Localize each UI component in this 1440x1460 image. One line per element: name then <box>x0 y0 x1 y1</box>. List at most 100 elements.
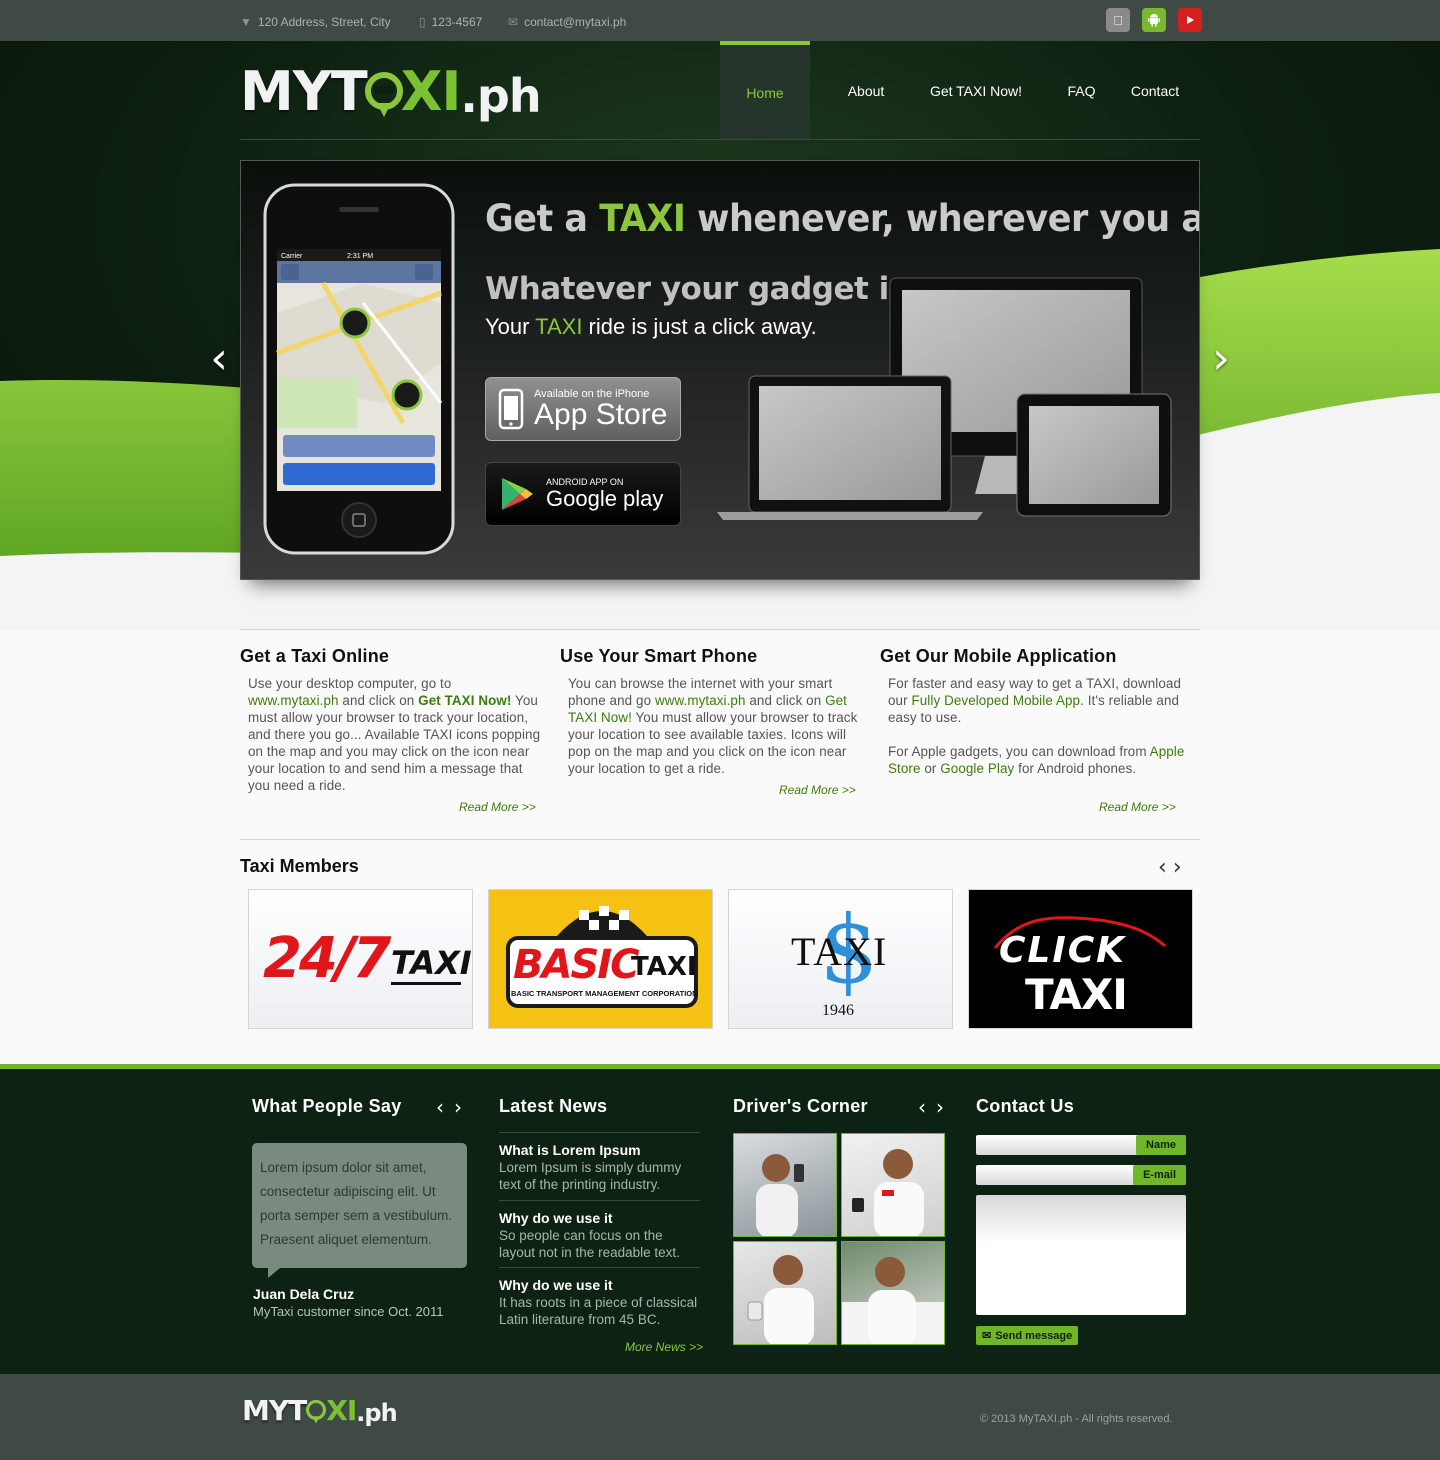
mytaxi-link[interactable]: www.mytaxi.ph <box>248 693 339 708</box>
email-text: contact@mytaxi.ph <box>524 15 627 29</box>
member-logo-dollar-taxi[interactable]: $ TAXI 1946 <box>728 889 953 1029</box>
feature-text-part: and click on <box>745 693 826 708</box>
logo-underline <box>391 982 461 985</box>
driver-photo[interactable] <box>733 1241 837 1345</box>
read-more-link-2[interactable]: Read More >> <box>779 783 856 797</box>
news-title: Why do we use it <box>499 1210 613 1226</box>
logo-text-ph: .ph <box>460 69 541 123</box>
members-next-arrow[interactable]: › <box>1173 855 1182 880</box>
taxi-members-title: Taxi Members <box>240 856 359 876</box>
feature-text: For faster and easy way to get a TAXI, d… <box>880 675 1185 777</box>
feature-mobile-app: Get Our Mobile Application For faster an… <box>880 646 1185 777</box>
contact-us-title: Contact Us <box>976 1096 1075 1116</box>
drivers-prev-arrow[interactable]: ‹ <box>918 1095 926 1119</box>
devices-image <box>717 277 1172 520</box>
location-pin-icon: ▼ <box>240 15 252 29</box>
more-news-link[interactable]: More News >> <box>625 1340 703 1354</box>
nav-home[interactable]: Home <box>720 41 810 140</box>
tagline-part1: Your <box>485 314 536 339</box>
nav-about-label: About <box>847 82 885 99</box>
testimonial-controls: ‹ › <box>436 1095 462 1119</box>
members-carousel-controls: ‹ › <box>1158 855 1182 880</box>
driver-photo[interactable] <box>841 1241 945 1345</box>
slider-prev-arrow[interactable]: ‹ <box>204 333 234 384</box>
email-field[interactable]: E-mail <box>976 1165 1186 1185</box>
mobile-phone-icon: ▯ <box>419 15 426 29</box>
nav-contact-label: Contact <box>1130 82 1180 99</box>
youtube-icon[interactable] <box>1178 8 1202 32</box>
phone-time-text: 2:31 PM <box>347 253 373 260</box>
nav-faq[interactable]: FAQ <box>1054 41 1109 140</box>
logo-text-my: MYT <box>240 60 368 123</box>
footer-logo[interactable]: MYT XI .ph <box>242 1394 398 1427</box>
email-info: ✉ contact@mytaxi.ph <box>508 15 626 29</box>
headline-part2: whenever, wherever you are <box>685 197 1200 241</box>
android-icon[interactable] <box>1142 8 1166 32</box>
iphone-icon <box>498 388 524 430</box>
news-item[interactable]: Why do we use it So people can focus on … <box>499 1200 700 1261</box>
feature-text-part: for Android phones. <box>1014 761 1137 776</box>
testimonial-quote: Lorem ipsum dolor sit amet, consectetur … <box>252 1143 467 1278</box>
message-textarea[interactable] <box>976 1195 1186 1315</box>
nav-get-taxi-now[interactable]: Get TAXI Now! <box>918 41 1034 140</box>
feature-text: Use your desktop computer, go to www.myta… <box>240 675 545 794</box>
feature-text-part: For Apple gadgets, you can download from <box>888 744 1150 759</box>
members-top-divider <box>240 839 1200 840</box>
name-field[interactable]: Name <box>976 1135 1186 1155</box>
logo-text-xi: XI <box>400 60 462 123</box>
mobile-app-link[interactable]: Fully Developed Mobile App <box>911 693 1080 708</box>
nav-contact[interactable]: Contact <box>1120 41 1190 140</box>
get-taxi-now-link[interactable]: Get TAXI Now! <box>418 693 511 708</box>
driver-photo[interactable] <box>841 1133 945 1237</box>
footer-widgets <box>0 1064 1440 1374</box>
news-text: So people can focus on the layout not in… <box>499 1228 680 1260</box>
member-logo-text: TAXI <box>1025 970 1128 1019</box>
news-item[interactable]: What is Lorem Ipsum Lorem Ipsum is simpl… <box>499 1132 700 1193</box>
email-field-label: E-mail <box>1132 1165 1186 1185</box>
nav-about[interactable]: About <box>822 41 910 140</box>
headline-part1: Get a <box>485 197 600 241</box>
mytaxi-link[interactable]: www.mytaxi.ph <box>655 693 746 708</box>
read-more-link-3[interactable]: Read More >> <box>1099 800 1176 814</box>
testimonial-prev-arrow[interactable]: ‹ <box>436 1095 444 1119</box>
testimonial-next-arrow[interactable]: › <box>454 1095 462 1119</box>
drivers-next-arrow[interactable]: › <box>936 1095 944 1119</box>
drivers-controls: ‹ › <box>918 1095 944 1119</box>
news-text: It has roots in a piece of classical Lat… <box>499 1295 698 1327</box>
feature-text-part: and click on <box>338 693 419 708</box>
nav-get-taxi-label: Get TAXI Now! <box>929 82 1023 99</box>
slider-next-arrow[interactable]: › <box>1206 333 1236 384</box>
member-logo-click-taxi[interactable]: CLICK TAXI <box>968 889 1193 1029</box>
news-text: Lorem Ipsum is simply dummy text of the … <box>499 1160 682 1192</box>
feature-taxi-online: Get a Taxi Online Use your desktop compu… <box>240 646 545 794</box>
what-people-say-title: What People Say <box>252 1096 402 1116</box>
footer-logo-text-xi: XI <box>326 1394 357 1427</box>
member-logo-year: 1946 <box>822 1002 854 1019</box>
feature-title: Use Your Smart Phone <box>560 646 758 666</box>
member-logo-subtext: BASIC TRANSPORT MANAGEMENT CORPORATION <box>511 989 698 998</box>
footer-bar <box>0 1374 1440 1460</box>
address-info: ▼ 120 Address, Street, City <box>240 15 391 29</box>
feature-text-part: Use your desktop computer, go to <box>248 676 452 691</box>
driver-photo[interactable] <box>733 1133 837 1237</box>
members-prev-arrow[interactable]: ‹ <box>1158 855 1167 880</box>
send-message-button[interactable]: ✉ Send message <box>976 1326 1079 1345</box>
google-play-icon <box>502 478 533 510</box>
site-logo[interactable]: MYT XI .ph <box>240 60 542 123</box>
news-item[interactable]: Why do we use it It has roots in a piece… <box>499 1267 700 1328</box>
headline-highlight: TAXI <box>599 197 686 241</box>
member-logo-text: CLICK <box>999 930 1127 971</box>
member-logo-247-taxi[interactable]: 24/7 TAXI <box>248 889 473 1029</box>
app-store-button[interactable]: Available on the iPhone App Store <box>485 377 681 441</box>
apple-icon[interactable]:  <box>1106 8 1130 32</box>
read-more-link-1[interactable]: Read More >> <box>459 800 536 814</box>
latest-news-title: Latest News <box>499 1096 608 1116</box>
member-logo-basic-taxi[interactable]: BASIC TAXI BASIC TRANSPORT MANAGEMENT CO… <box>488 889 713 1029</box>
google-play-button[interactable]: ANDROID APP ON Google play <box>485 462 681 526</box>
news-title: Why do we use it <box>499 1277 613 1293</box>
taxi-pin-icon <box>364 72 403 117</box>
hero-headline: Get a TAXI whenever, wherever you are <box>485 197 1200 241</box>
member-logo-text: TAXI <box>391 944 472 982</box>
google-play-link[interactable]: Google Play <box>940 761 1014 776</box>
app-store-big-text: App Store <box>534 398 668 431</box>
